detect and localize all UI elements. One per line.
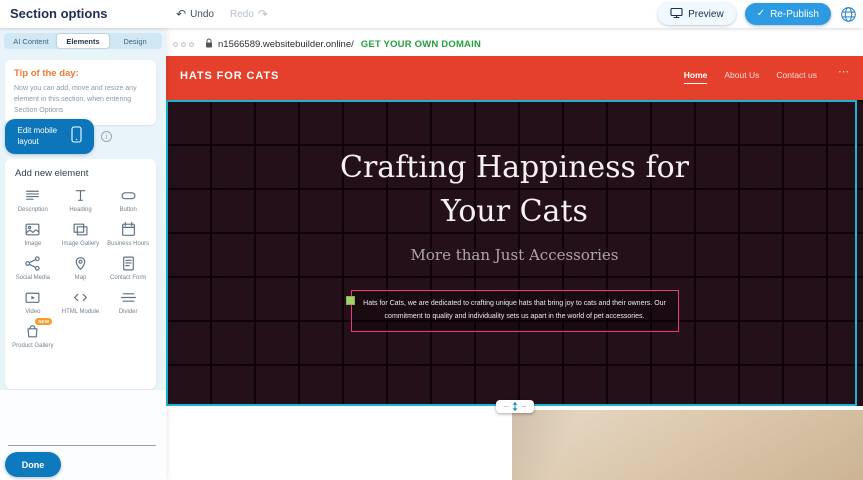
nav-item-contact-us[interactable]: Contact us	[776, 70, 817, 84]
history-controls: ↶ Undo Redo ↷	[176, 0, 268, 28]
business-hours-icon	[120, 221, 137, 238]
mobile-phone-icon	[71, 126, 82, 148]
tab-design[interactable]: Design	[109, 34, 161, 48]
video-icon	[24, 289, 41, 306]
tab-ai-content[interactable]: AI Content	[5, 34, 57, 48]
tip-of-the-day-card: Tip of the day: Now you can add, move an…	[5, 60, 156, 125]
element-grid: Description Heading Button Image	[5, 182, 156, 353]
undo-icon: ↶	[176, 8, 186, 20]
monitor-icon	[670, 7, 683, 22]
preview-label: Preview	[688, 9, 724, 20]
add-element-button[interactable]: Button	[104, 185, 152, 214]
add-element-business-hours[interactable]: Business Hours	[104, 219, 152, 248]
done-button[interactable]: Done	[5, 452, 61, 477]
hero-paragraph-text: Hats for Cats, we are dedicated to craft…	[363, 300, 666, 320]
add-element-title: Add new element	[5, 159, 156, 182]
tip-heading: Tip of the day:	[14, 68, 147, 79]
add-element-divider[interactable]: Divider	[104, 287, 152, 316]
hero-paragraph[interactable]: Hats for Cats, we are dedicated to craft…	[351, 290, 679, 332]
divider-icon	[120, 289, 137, 306]
top-toolbar: Section options ↶ Undo Redo ↷ Preview ✓ …	[0, 0, 863, 28]
hero-subheading[interactable]: More than Just Accessories	[411, 246, 619, 264]
nav-item-home[interactable]: Home	[684, 70, 708, 84]
lock-icon	[205, 35, 213, 53]
add-element-map[interactable]: Map	[57, 253, 105, 282]
hero-heading[interactable]: Crafting Happiness for Your Cats	[340, 146, 689, 233]
add-element-image-gallery[interactable]: Image Gallery	[57, 219, 105, 248]
add-element-heading[interactable]: Heading	[57, 185, 105, 214]
nav-item-about-us[interactable]: About Us	[724, 70, 759, 84]
check-icon: ✓	[757, 9, 765, 19]
redo-label: Redo	[230, 9, 254, 20]
sidebar-tabs: AI Content Elements Design	[4, 33, 162, 49]
hero-heading-line2: Your Cats	[441, 194, 588, 229]
browser-chrome-bar: n1566589.websitebuilder.online/ GET YOUR…	[166, 35, 863, 53]
undo-button[interactable]: ↶ Undo	[176, 8, 214, 20]
new-badge: NEW	[35, 318, 52, 325]
add-element-social-media[interactable]: Social Media	[9, 253, 57, 282]
edit-mobile-layout-button[interactable]: Edit mobile layout	[5, 119, 94, 154]
heading-icon	[72, 187, 89, 204]
site-url: n1566589.websitebuilder.online/	[218, 39, 354, 50]
image-gallery-icon	[72, 221, 89, 238]
site-logo: HATS FOR CATS	[180, 70, 279, 82]
get-domain-link[interactable]: GET YOUR OWN DOMAIN	[361, 39, 481, 50]
site-nav: Home About Us Contact us	[684, 70, 817, 84]
add-element-product-gallery[interactable]: NEW Product Gallery	[9, 321, 57, 350]
redo-button[interactable]: Redo ↷	[230, 8, 268, 20]
next-section-sand-image	[512, 410, 863, 480]
hero-heading-line1: Crafting Happiness for	[340, 150, 689, 185]
image-icon	[24, 221, 41, 238]
add-element-image[interactable]: Image	[9, 219, 57, 248]
contact-form-icon	[120, 255, 137, 272]
redo-icon: ↷	[258, 8, 268, 20]
add-element-description[interactable]: Description	[9, 185, 57, 214]
editor-canvas: n1566589.websitebuilder.online/ GET YOUR…	[166, 28, 863, 480]
preview-button[interactable]: Preview	[658, 3, 736, 25]
add-element-contact-form[interactable]: Contact Form	[104, 253, 152, 282]
undo-label: Undo	[190, 9, 214, 20]
add-element-html-module[interactable]: HTML Module	[57, 287, 105, 316]
social-media-icon	[24, 255, 41, 272]
element-drag-handle[interactable]	[346, 296, 355, 305]
site-header: HATS FOR CATS Home About Us Contact us ⋯	[166, 56, 863, 100]
add-element-video[interactable]: Video	[9, 287, 57, 316]
republish-label: Re-Publish	[770, 9, 819, 20]
window-dot-icon	[189, 42, 194, 47]
page-title: Section options	[10, 6, 108, 21]
info-icon[interactable]: i	[101, 131, 112, 142]
language-globe-icon[interactable]	[840, 6, 857, 23]
product-gallery-icon	[24, 323, 41, 340]
hero-section: Crafting Happiness for Your Cats More th…	[166, 100, 863, 406]
description-icon	[24, 187, 41, 204]
sidebar-divider	[8, 445, 156, 446]
edit-mobile-layout-label: Edit mobile layout	[18, 126, 64, 148]
add-element-panel: Add new element Description Heading Butt…	[5, 159, 156, 389]
topbar-actions: Preview ✓ Re-Publish	[658, 3, 857, 25]
window-dot-icon	[181, 42, 186, 47]
republish-button[interactable]: ✓ Re-Publish	[745, 3, 831, 25]
tab-elements[interactable]: Elements	[57, 34, 109, 48]
map-icon	[72, 255, 89, 272]
nav-more-icon[interactable]: ⋯	[838, 65, 849, 78]
html-module-icon	[72, 289, 89, 306]
hero-content: Crafting Happiness for Your Cats More th…	[166, 100, 863, 406]
site-preview: HATS FOR CATS Home About Us Contact us ⋯…	[166, 56, 863, 480]
window-dot-icon	[173, 42, 178, 47]
tip-body: Now you can add, move and resize any ele…	[14, 84, 147, 117]
button-icon	[120, 187, 137, 204]
sidebar: AI Content Elements Design Tip of the da…	[0, 28, 166, 480]
section-resize-handle[interactable]	[496, 400, 534, 413]
